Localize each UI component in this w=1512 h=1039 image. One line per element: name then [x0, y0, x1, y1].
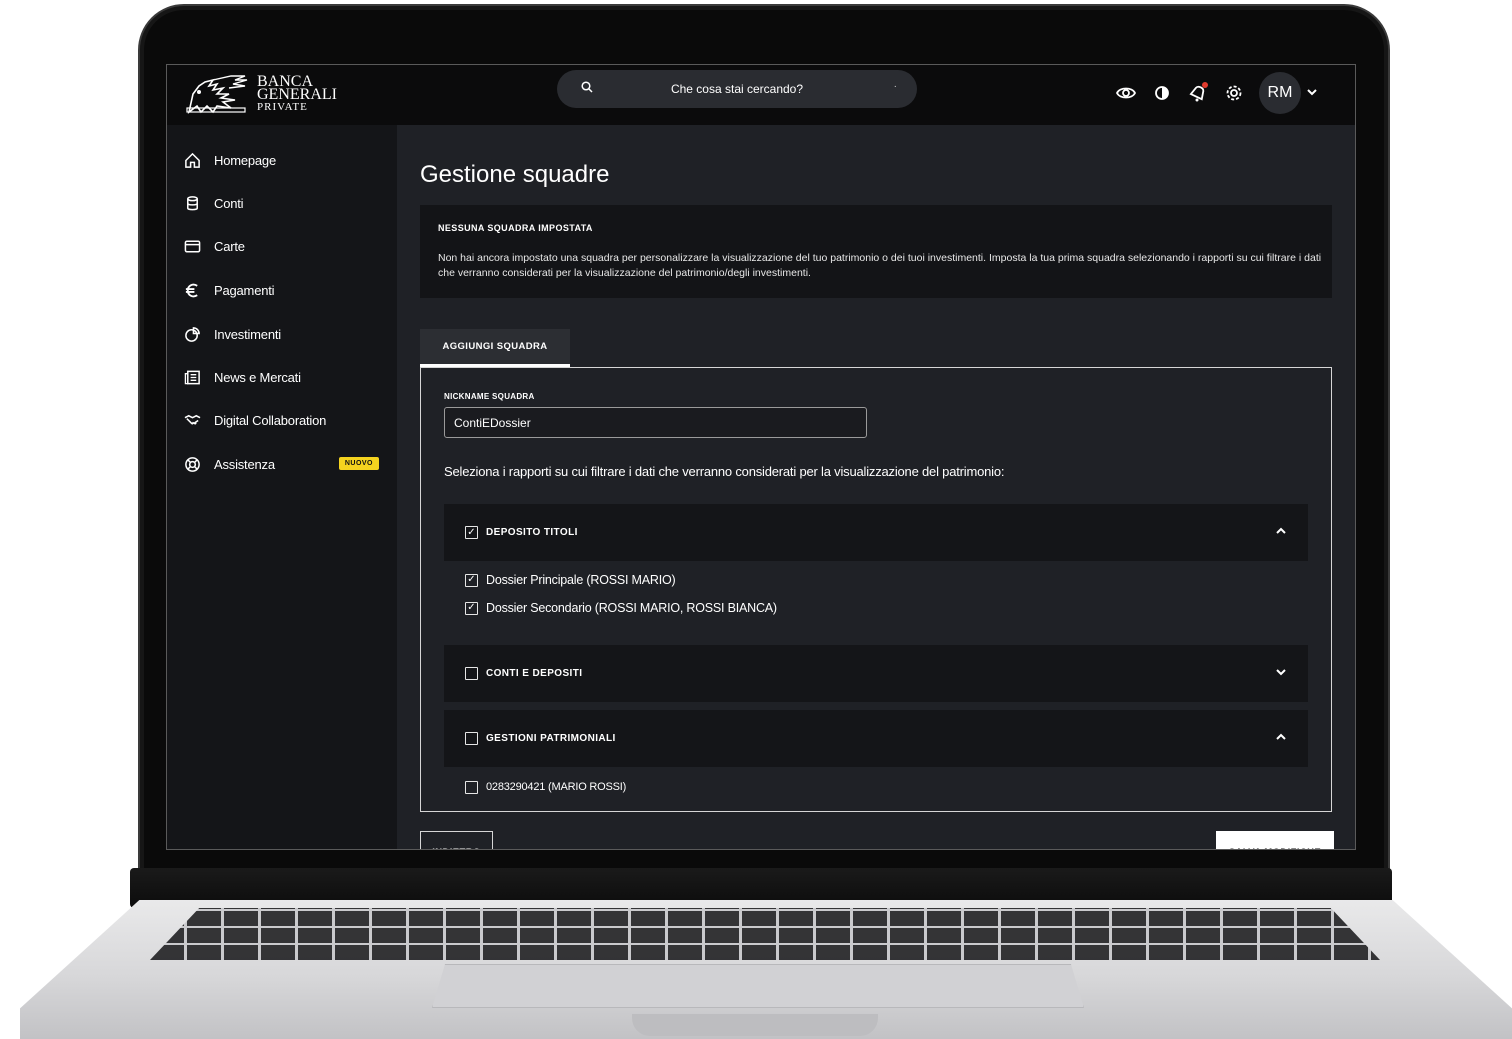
notice-title: NESSUNA SQUADRA IMPOSTATA — [438, 223, 593, 233]
accordion-label: DEPOSITO TITOLI — [486, 527, 578, 538]
sidebar: Homepage Conti Carte Pagamenti Investime… — [167, 125, 397, 849]
sidebar-item-homepage[interactable]: Homepage — [183, 148, 379, 172]
chevron-down-icon[interactable] — [1276, 665, 1286, 679]
checkbox-icon[interactable] — [465, 780, 478, 794]
handshake-icon — [183, 411, 201, 429]
brand-logo[interactable]: BANCA GENERALI PRIVATE — [183, 71, 337, 117]
lifebuoy-icon — [183, 455, 201, 473]
back-button[interactable]: INDIETRO — [420, 831, 493, 849]
tab-aggiungi-squadra[interactable]: AGGIUNGI SQUADRA — [420, 329, 570, 367]
item-label: 0283290421 (MARIO ROSSI) — [486, 781, 627, 793]
accordion-label: CONTI E DEPOSITI — [486, 668, 583, 679]
checkbox-checked-icon[interactable]: ✓ — [465, 601, 478, 615]
chevron-down-icon[interactable] — [1307, 88, 1317, 99]
gear-icon[interactable] — [1223, 82, 1245, 104]
eye-icon[interactable] — [1115, 82, 1137, 104]
sidebar-item-pagamenti[interactable]: Pagamenti — [183, 278, 379, 302]
sidebar-item-label: Carte — [214, 238, 245, 254]
sidebar-item-assistenza[interactable]: Assistenza NUOVO — [183, 452, 379, 476]
laptop-trackpad — [432, 964, 1084, 1008]
avatar[interactable]: RM — [1259, 72, 1301, 114]
accordion-gestioni-patrimoniali[interactable]: GESTIONI PATRIMONIALI — [444, 710, 1308, 767]
home-icon — [183, 151, 201, 169]
brand-wordmark: BANCA GENERALI PRIVATE — [257, 73, 337, 114]
sidebar-item-carte[interactable]: Carte — [183, 234, 379, 258]
chevron-up-icon[interactable] — [1276, 730, 1286, 744]
sidebar-item-digital-collaboration[interactable]: Digital Collaboration — [183, 408, 379, 432]
pie-chart-icon — [183, 325, 201, 343]
nickname-input[interactable] — [444, 407, 867, 438]
lion-logo-icon — [186, 75, 248, 114]
list-item[interactable]: ✓ Dossier Principale (ROSSI MARIO) — [465, 570, 676, 590]
team-form-panel: NICKNAME SQUADRA Seleziona i rapporti su… — [420, 367, 1332, 812]
database-icon — [183, 194, 201, 212]
sidebar-item-conti[interactable]: Conti — [183, 191, 379, 215]
sidebar-item-label: Pagamenti — [214, 282, 275, 298]
sidebar-item-label: Investimenti — [214, 326, 281, 342]
search-dot-icon: · — [893, 81, 897, 92]
sidebar-item-investimenti[interactable]: Investimenti — [183, 322, 379, 346]
chevron-up-icon[interactable] — [1276, 524, 1286, 538]
card-icon — [183, 237, 201, 255]
sidebar-item-label: Homepage — [214, 152, 276, 168]
app-screen: BANCA GENERALI PRIVATE Che cosa stai cer… — [166, 64, 1356, 850]
item-label: Dossier Secondario (ROSSI MARIO, ROSSI B… — [486, 601, 777, 615]
bell-icon[interactable] — [1187, 82, 1209, 104]
sidebar-item-label: News e Mercati — [214, 369, 301, 385]
brand-line-2: GENERALI — [257, 85, 337, 103]
euro-icon — [183, 281, 201, 299]
top-bar: BANCA GENERALI PRIVATE Che cosa stai cer… — [167, 65, 1355, 125]
nickname-label: NICKNAME SQUADRA — [444, 392, 535, 401]
laptop-notch — [632, 1014, 878, 1036]
sidebar-item-label: Conti — [214, 195, 244, 211]
search-bar[interactable]: Che cosa stai cercando? · — [557, 70, 917, 108]
item-label: Dossier Principale (ROSSI MARIO) — [486, 573, 676, 587]
notification-dot — [1202, 82, 1208, 88]
laptop-keyboard — [150, 908, 1380, 960]
checkbox-icon[interactable] — [465, 732, 478, 745]
search-placeholder[interactable]: Che cosa stai cercando? — [557, 82, 917, 96]
checkbox-checked-icon[interactable]: ✓ — [465, 573, 478, 587]
header-actions: RM — [1115, 71, 1317, 115]
select-hint: Seleziona i rapporti su cui filtrare i d… — [444, 464, 1005, 479]
accordion-conti-e-depositi[interactable]: CONTI E DEPOSITI — [444, 645, 1308, 702]
newspaper-icon — [183, 368, 201, 386]
list-item[interactable]: ✓ Dossier Secondario (ROSSI MARIO, ROSSI… — [465, 598, 777, 618]
page-title: Gestione squadre — [420, 161, 610, 188]
notice-box: NESSUNA SQUADRA IMPOSTATA Non hai ancora… — [420, 205, 1332, 298]
checkbox-icon[interactable] — [465, 667, 478, 680]
list-item[interactable]: 0283290421 (MARIO ROSSI) — [465, 777, 626, 797]
checkbox-checked-icon[interactable]: ✓ — [465, 526, 478, 539]
save-button[interactable]: SALVA MODIFICHE — [1216, 831, 1334, 849]
notice-text: Non hai ancora impostato una squadra per… — [438, 252, 1322, 279]
search-icon[interactable] — [581, 81, 593, 96]
sidebar-item-news-e-mercati[interactable]: News e Mercati — [183, 365, 379, 389]
accordion-deposito-titoli[interactable]: ✓ DEPOSITO TITOLI — [444, 504, 1308, 561]
sidebar-item-label: Digital Collaboration — [214, 412, 327, 428]
new-badge: NUOVO — [338, 457, 379, 470]
contrast-icon[interactable] — [1151, 82, 1173, 104]
sidebar-item-label: Assistenza — [214, 456, 275, 472]
accordion-label: GESTIONI PATRIMONIALI — [486, 733, 616, 744]
